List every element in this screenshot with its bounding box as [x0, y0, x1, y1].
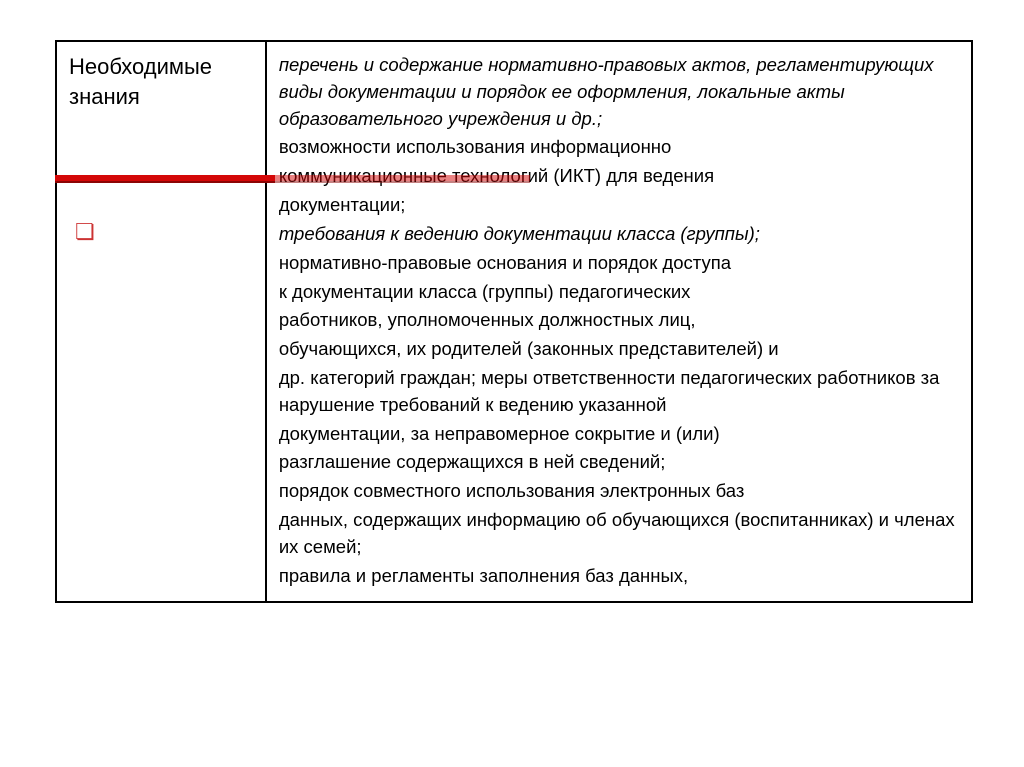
paragraph-3: требования к ведению документации класса… [279, 221, 959, 248]
paragraph-4d: обучающихся, их родителей (законных пред… [279, 336, 959, 363]
paragraph-4b: к документации класса (группы) педагогич… [279, 279, 959, 306]
paragraph-4g: разглашение содержащихся в ней сведений; [279, 449, 959, 476]
paragraph-2a: возможности использования информационно [279, 134, 959, 161]
left-cell: Необходимые знания ❏ [56, 41, 266, 602]
paragraph-6: правила и регламенты заполнения баз данн… [279, 563, 959, 590]
paragraph-1: перечень и содержание нормативно-правовы… [279, 52, 959, 132]
paragraph-4a: нормативно-правовые основания и порядок … [279, 250, 959, 277]
bullet-icon: ❏ [75, 221, 253, 243]
table-heading: Необходимые знания [69, 52, 253, 111]
paragraph-4f: документации, за неправомерное сокрытие … [279, 421, 959, 448]
paragraph-4e: др. категорий граждан; меры ответственно… [279, 365, 959, 419]
paragraph-2c: документации; [279, 192, 959, 219]
right-cell: перечень и содержание нормативно-правовы… [266, 41, 972, 602]
slide-content: Необходимые знания ❏ перечень и содержан… [0, 0, 1024, 767]
decorative-red-bar-shadow [275, 175, 530, 183]
paragraph-5a: порядок совместного использования электр… [279, 478, 959, 505]
paragraph-5b: данных, содержащих информацию об обучающ… [279, 507, 959, 561]
decorative-red-bar [55, 175, 275, 183]
paragraph-4c: работников, уполномоченных должностных л… [279, 307, 959, 334]
main-table: Необходимые знания ❏ перечень и содержан… [55, 40, 973, 603]
content-body: перечень и содержание нормативно-правовы… [279, 52, 959, 589]
